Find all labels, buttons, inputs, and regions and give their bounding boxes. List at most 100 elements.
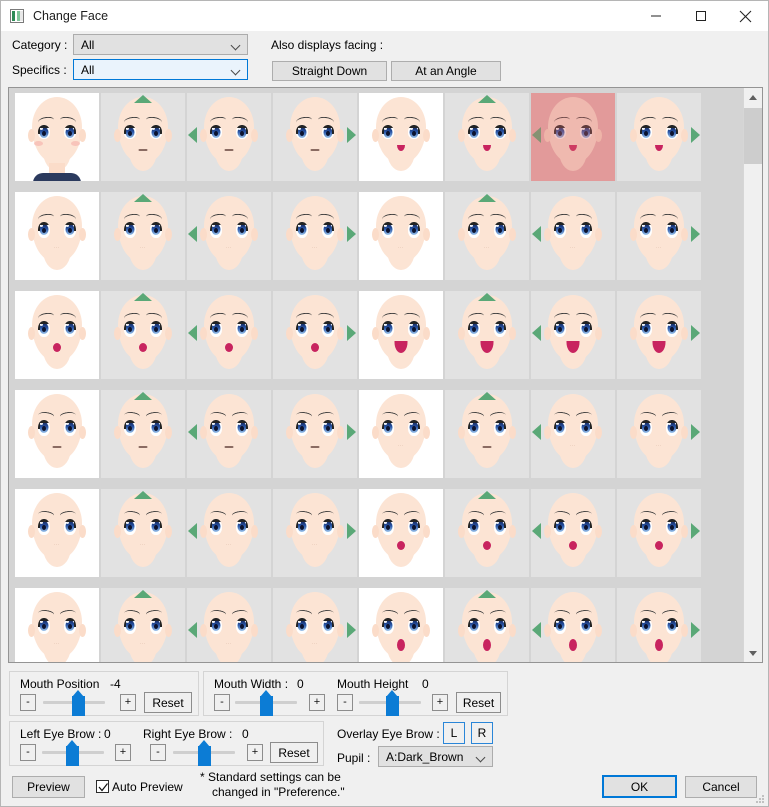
left-eyebrow-increment[interactable]: +: [115, 744, 131, 761]
mouth-height-decrement[interactable]: -: [337, 694, 353, 711]
mouth-position-increment[interactable]: +: [120, 694, 136, 711]
face-thumbnail[interactable]: ˙˙˙: [15, 489, 99, 577]
face-thumbnail[interactable]: [445, 390, 529, 478]
specifics-select[interactable]: All: [73, 59, 248, 80]
face-thumbnail[interactable]: [101, 291, 185, 379]
ok-button[interactable]: OK: [602, 775, 677, 798]
facing-left-marker-icon: [532, 226, 541, 242]
auto-preview-checkbox[interactable]: [96, 780, 109, 793]
face-thumbnail[interactable]: ˙˙˙: [15, 192, 99, 280]
face-thumbnail[interactable]: [531, 489, 615, 577]
preview-button[interactable]: Preview: [12, 776, 85, 798]
grid-scrollbar[interactable]: [743, 88, 762, 662]
face-thumbnail[interactable]: [617, 93, 701, 181]
mouth-height-reset-button[interactable]: Reset: [456, 692, 501, 713]
face-thumbnail[interactable]: [15, 93, 99, 181]
face-thumbnail[interactable]: ˙˙˙: [359, 390, 443, 478]
resize-grip-icon[interactable]: [755, 794, 765, 804]
face-thumbnail[interactable]: ˙˙˙: [101, 192, 185, 280]
mouth-position-reset-button[interactable]: Reset: [144, 692, 192, 713]
face-thumbnail[interactable]: [187, 291, 271, 379]
face-thumbnail[interactable]: [531, 93, 615, 181]
face-thumbnail[interactable]: [187, 390, 271, 478]
face-thumbnail[interactable]: [273, 390, 357, 478]
face-thumbnail[interactable]: ˙˙˙: [617, 192, 701, 280]
face-thumbnail[interactable]: [617, 291, 701, 379]
face-thumbnail[interactable]: ˙˙˙: [531, 192, 615, 280]
close-icon[interactable]: [723, 1, 768, 31]
face-illustration: [25, 95, 89, 181]
face-illustration: [369, 590, 433, 662]
face-thumbnail[interactable]: ˙˙˙: [273, 192, 357, 280]
face-thumbnail[interactable]: ˙˙˙: [187, 588, 271, 662]
pupil-select[interactable]: A:Dark_Brown: [378, 746, 493, 767]
face-thumbnail[interactable]: [531, 588, 615, 662]
face-thumbnail-art: ˙˙˙: [187, 489, 271, 577]
right-eyebrow-thumb[interactable]: [198, 740, 211, 766]
mouth-position-decrement[interactable]: -: [20, 694, 36, 711]
face-grid[interactable]: ˙˙˙ ˙˙˙ ˙˙˙ ˙˙˙ ˙˙˙ ˙˙˙ ˙˙˙ ˙˙˙ ˙˙˙ ˙˙˙ ˙˙˙ ˙˙˙ ˙˙˙ ˙…: [9, 88, 744, 662]
overlay-left-button[interactable]: L: [443, 722, 465, 744]
face-thumbnail[interactable]: ˙˙˙: [273, 489, 357, 577]
face-thumbnail[interactable]: ˙˙˙: [15, 588, 99, 662]
face-thumbnail[interactable]: ˙˙˙: [531, 390, 615, 478]
face-ear-right: [423, 228, 430, 241]
face-thumbnail[interactable]: ˙˙˙: [273, 588, 357, 662]
face-thumbnail[interactable]: ˙˙˙: [187, 489, 271, 577]
face-thumbnail[interactable]: [101, 390, 185, 478]
face-thumbnail[interactable]: [359, 489, 443, 577]
scrollbar-thumb[interactable]: [744, 108, 762, 164]
face-thumbnail[interactable]: [101, 93, 185, 181]
minimize-icon[interactable]: [633, 1, 678, 31]
face-ear-left: [630, 327, 637, 340]
scroll-up-icon[interactable]: [744, 88, 762, 106]
face-illustration: [25, 293, 89, 379]
mouth-width-increment[interactable]: +: [309, 694, 325, 711]
mouth-width-thumb[interactable]: [260, 690, 273, 716]
face-ear-left: [286, 624, 293, 637]
cancel-button[interactable]: Cancel: [685, 776, 757, 798]
mouth-height-increment[interactable]: +: [432, 694, 448, 711]
category-select[interactable]: All: [73, 34, 248, 55]
face-thumbnail[interactable]: ˙˙˙: [101, 489, 185, 577]
left-eyebrow-thumb[interactable]: [66, 740, 79, 766]
face-thumbnail[interactable]: [187, 93, 271, 181]
face-ear-left: [200, 624, 207, 637]
face-thumbnail[interactable]: [273, 93, 357, 181]
at-an-angle-button[interactable]: At an Angle: [391, 61, 501, 81]
face-thumbnail[interactable]: [15, 390, 99, 478]
face-thumbnail[interactable]: [445, 291, 529, 379]
face-eye-left: [640, 618, 652, 634]
face-thumbnail[interactable]: [15, 291, 99, 379]
left-eyebrow-decrement[interactable]: -: [20, 744, 36, 761]
face-thumbnail[interactable]: ˙˙˙: [101, 588, 185, 662]
eyebrow-reset-button[interactable]: Reset: [270, 742, 318, 763]
face-mouth: [482, 446, 492, 448]
face-thumbnail[interactable]: [445, 489, 529, 577]
maximize-icon[interactable]: [678, 1, 723, 31]
face-thumbnail[interactable]: ˙˙˙: [617, 390, 701, 478]
face-thumbnail[interactable]: [445, 93, 529, 181]
face-thumbnail[interactable]: ˙˙˙: [445, 192, 529, 280]
face-thumbnail[interactable]: ˙˙˙: [359, 192, 443, 280]
face-thumbnail[interactable]: [359, 93, 443, 181]
right-eyebrow-increment[interactable]: +: [247, 744, 263, 761]
face-thumbnail[interactable]: [445, 588, 529, 662]
mouth-height-thumb[interactable]: [386, 690, 399, 716]
face-thumbnail[interactable]: [359, 291, 443, 379]
overlay-right-button[interactable]: R: [471, 722, 493, 744]
face-thumbnail[interactable]: [273, 291, 357, 379]
face-thumbnail[interactable]: [359, 588, 443, 662]
scroll-down-icon[interactable]: [744, 644, 762, 662]
mouth-width-decrement[interactable]: -: [214, 694, 230, 711]
face-thumbnail[interactable]: [531, 291, 615, 379]
face-thumbnail[interactable]: [617, 489, 701, 577]
mouth-position-thumb[interactable]: [72, 690, 85, 716]
facing-up-marker-icon: [134, 293, 152, 301]
straight-down-button[interactable]: Straight Down: [272, 61, 387, 81]
face-thumbnail-art: ˙˙˙: [273, 489, 357, 577]
right-eyebrow-decrement[interactable]: -: [150, 744, 166, 761]
face-thumbnail[interactable]: ˙˙˙: [187, 192, 271, 280]
face-thumbnail[interactable]: [617, 588, 701, 662]
face-ear-right: [681, 426, 688, 439]
